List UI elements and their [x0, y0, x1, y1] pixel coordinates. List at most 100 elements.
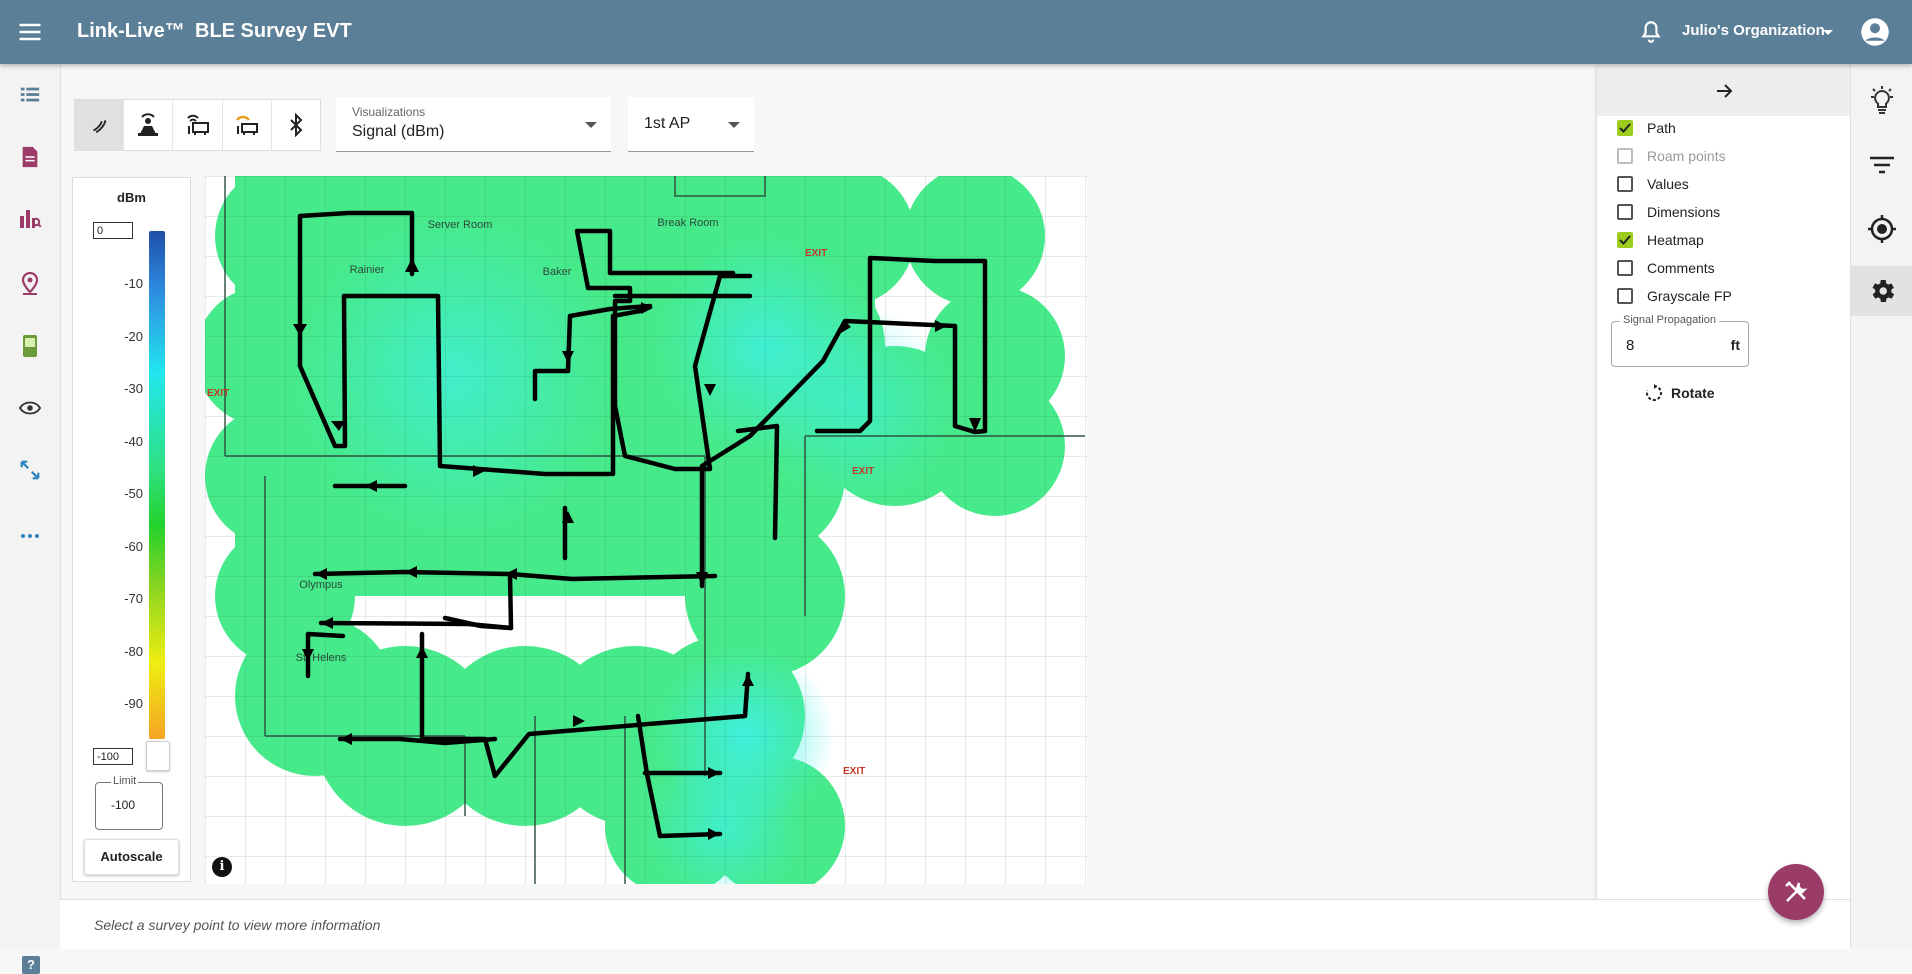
- map-pin-icon[interactable]: [16, 270, 44, 298]
- legend-gradient-bar: [149, 231, 165, 739]
- info-icon[interactable]: i: [212, 857, 232, 877]
- option-grayscale-fp[interactable]: Grayscale FP: [1617, 284, 1732, 308]
- device-icon[interactable]: [16, 332, 44, 360]
- signal-propagation-value[interactable]: 8: [1626, 337, 1634, 354]
- legend-tick-label: -80: [124, 643, 143, 659]
- checkbox-path[interactable]: [1617, 120, 1633, 136]
- ap-overlay-icon: [235, 115, 258, 135]
- collapse-panel-button[interactable]: [1597, 66, 1851, 116]
- option-values-label: Values: [1647, 176, 1689, 192]
- limit-value: -100: [111, 798, 136, 812]
- rotate-button[interactable]: Rotate: [1645, 384, 1715, 402]
- room-label-baker: Baker: [543, 266, 572, 278]
- exit-label: EXIT: [843, 766, 865, 777]
- tools-icon: [1785, 881, 1808, 902]
- rotate-label: Rotate: [1671, 385, 1715, 401]
- signal-propagation-label: Signal Propagation: [1620, 314, 1719, 326]
- ap-tool[interactable]: [173, 100, 223, 150]
- ap-overlay-tool[interactable]: [223, 100, 272, 150]
- room-label-sthelens: St. Helens: [296, 652, 347, 664]
- beacon-icon: [138, 113, 159, 136]
- lightbulb-icon[interactable]: [1851, 76, 1912, 126]
- room-label-rainier: Rainier: [350, 264, 385, 276]
- option-path[interactable]: Path: [1617, 116, 1676, 140]
- menu-icon[interactable]: [16, 18, 44, 46]
- legend-tick-label: -90: [124, 696, 143, 711]
- arrows-icon[interactable]: [16, 456, 44, 484]
- checkbox-heatmap[interactable]: [1617, 232, 1633, 248]
- organization-selector[interactable]: Julio's Organization: [1682, 22, 1825, 39]
- eye-icon[interactable]: [16, 394, 44, 422]
- exit-label: EXIT: [207, 388, 229, 399]
- signal-propagation-unit: ft: [1730, 337, 1740, 353]
- option-dimensions-label: Dimensions: [1647, 204, 1721, 220]
- exit-label: EXIT: [852, 466, 874, 477]
- option-values[interactable]: Values: [1617, 172, 1689, 196]
- chart-search-icon[interactable]: [16, 204, 44, 232]
- legend-tick-label: -10: [124, 276, 143, 291]
- chevron-down-icon: [728, 122, 740, 128]
- legend-slider-handle[interactable]: [146, 741, 170, 771]
- checkbox-dimensions[interactable]: [1617, 204, 1633, 220]
- legend-tick-label: -40: [124, 433, 143, 449]
- account-icon[interactable]: [1860, 17, 1890, 47]
- notifications-bell-icon[interactable]: [1638, 19, 1664, 45]
- ble-signal-tool[interactable]: [75, 100, 125, 150]
- list-icon[interactable]: [16, 81, 44, 109]
- legend-tick-label: -60: [124, 538, 143, 554]
- visualization-select[interactable]: Visualizations Signal (dBm): [336, 97, 611, 152]
- ap-icon: [186, 114, 209, 135]
- legend-min-input[interactable]: -100: [93, 748, 133, 765]
- layer-options-panel: Path Roam points Values Dimensions Heatm…: [1596, 66, 1851, 900]
- target-icon[interactable]: [1851, 204, 1912, 254]
- left-nav-rail: ?: [0, 64, 61, 974]
- brand-name[interactable]: Link-Live™: [77, 20, 185, 43]
- option-comments-label: Comments: [1647, 260, 1715, 276]
- legend-tick-label: -20: [124, 328, 143, 344]
- legend-max-input[interactable]: 0: [93, 222, 133, 239]
- beacon-tool[interactable]: [124, 100, 174, 150]
- checkbox-values[interactable]: [1617, 176, 1633, 192]
- room-label-server: Server Room: [428, 219, 493, 231]
- survey-toolbar: [74, 99, 321, 151]
- legend-tick-label: -30: [124, 381, 143, 396]
- document-icon[interactable]: [16, 143, 44, 171]
- ap-select[interactable]: 1st AP: [628, 97, 754, 152]
- bluetooth-tool[interactable]: [272, 100, 320, 150]
- limit-label: Limit: [111, 775, 139, 787]
- room-label-olympus: Olympus: [299, 579, 343, 591]
- checkbox-grayscale-fp[interactable]: [1617, 288, 1633, 304]
- help-icon[interactable]: ?: [22, 956, 40, 974]
- option-comments[interactable]: Comments: [1617, 256, 1715, 280]
- checkbox-roam-points: [1617, 148, 1633, 164]
- option-dimensions[interactable]: Dimensions: [1617, 200, 1720, 224]
- gear-icon[interactable]: [1851, 266, 1912, 316]
- legend-tick-label: -70: [124, 591, 143, 606]
- option-heatmap[interactable]: Heatmap: [1617, 228, 1704, 252]
- more-icon[interactable]: [16, 522, 44, 550]
- heatmap-canvas[interactable]: Server Room Rainier Baker Break Room Oly…: [205, 176, 1087, 884]
- option-roam-points: Roam points: [1617, 144, 1726, 168]
- signal-legend: dBm 0 -10 -20 -30 -40 -50 -60 -70 -80 -90 -100 L…: [72, 177, 191, 882]
- ble-signal-icon: [93, 120, 107, 134]
- legend-tick-label: -50: [124, 486, 143, 501]
- ap-select-value: 1st AP: [644, 115, 691, 132]
- chevron-down-icon[interactable]: [1818, 22, 1838, 42]
- tools-fab-button[interactable]: [1768, 864, 1824, 920]
- autoscale-button[interactable]: Autoscale: [84, 839, 179, 875]
- chevron-down-icon: [585, 122, 597, 128]
- visualization-select-label: Visualizations: [352, 105, 426, 119]
- legend-unit: dBm: [117, 190, 146, 205]
- filter-icon[interactable]: [1851, 140, 1912, 190]
- signal-propagation-field[interactable]: Signal Propagation 8 ft: [1611, 314, 1749, 367]
- status-message: Select a survey point to view more infor…: [94, 917, 381, 933]
- exit-label: EXIT: [805, 248, 827, 259]
- option-heatmap-label: Heatmap: [1647, 232, 1704, 248]
- bluetooth-icon: [290, 113, 303, 137]
- floor-plan-map[interactable]: Server Room Rainier Baker Break Room Oly…: [205, 176, 1087, 884]
- visualization-select-value: Signal (dBm): [352, 123, 445, 140]
- checkbox-comments[interactable]: [1617, 260, 1633, 276]
- option-path-label: Path: [1647, 120, 1676, 136]
- page-title: BLE Survey EVT: [195, 20, 352, 42]
- rotate-icon: [1646, 384, 1662, 401]
